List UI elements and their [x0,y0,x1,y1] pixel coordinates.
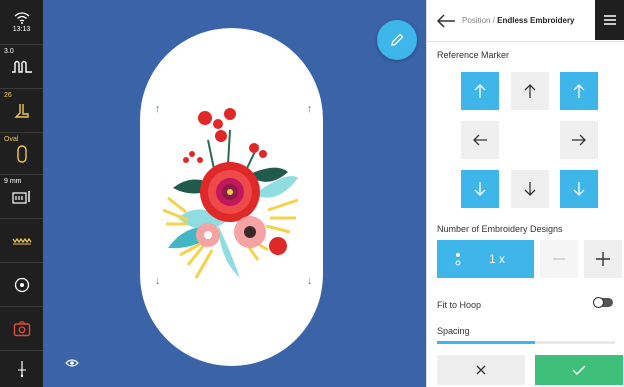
stitch-type-button[interactable] [0,219,43,263]
reference-marker-title: Reference Marker [437,50,510,60]
hoop-value: Oval [4,136,19,143]
pencil-icon [391,33,404,46]
cancel-button[interactable] [437,355,525,385]
marker-left-button[interactable] [461,121,499,159]
confirm-button[interactable] [535,355,623,385]
increase-button[interactable] [584,240,622,278]
plus-icon [596,252,610,266]
presser-foot-icon [13,103,29,118]
spacing-slider[interactable] [437,341,615,344]
hamburger-menu-icon [604,15,616,25]
wifi-icon [14,11,29,24]
embroidery-canvas[interactable]: ↑ ↑ ↓ ↓ [43,0,426,387]
stitch-pattern-icon [11,60,32,73]
fit-to-hoop-toggle[interactable] [593,297,613,308]
menu-button[interactable] [595,0,624,40]
eye-icon[interactable] [65,358,79,368]
arrow-left-icon [473,134,487,146]
arrow-down-icon [573,182,585,196]
edit-button[interactable] [377,20,417,60]
left-toolbar: 13:13 3.0 26 Oval 9 mm [0,0,43,387]
arrow-up-icon [524,84,536,98]
arrow-right-icon [572,134,586,146]
close-icon [476,365,486,375]
stitch-length-value: 3.0 [4,48,14,55]
designs-count-title: Number of Embroidery Designs [437,224,563,234]
arrow-down-icon [524,182,536,196]
breadcrumb: Position / Endless Embroidery [462,16,575,25]
arrow-up-icon [573,84,585,98]
needle-plate-icon [11,190,30,204]
stitch-length-button[interactable]: 3.0 [0,45,43,89]
design-count-value: 1 x [489,252,506,266]
spacing-label: Spacing [437,326,470,336]
design-count-button[interactable]: 1 x [437,240,534,278]
back-arrow-icon[interactable] [435,12,457,30]
oval-hoop-icon [16,144,27,163]
needle-icon [17,361,26,378]
settings-panel: Position / Endless Embroidery Reference … [426,0,624,387]
panel-header: Position / Endless Embroidery [427,0,624,42]
checkmark-icon [572,365,586,375]
minus-icon [553,258,565,260]
marker-top-center-button[interactable] [511,72,549,110]
bobbin-button[interactable] [0,263,43,307]
presser-foot-button[interactable]: 26 [0,89,43,133]
breadcrumb-current: Endless Embroidery [497,16,575,25]
needle-button[interactable]: 9 mm [0,175,43,219]
fit-to-hoop-label: Fit to Hoop [437,300,482,310]
single-design-icon [455,253,461,266]
hoop-button[interactable]: Oval [0,133,43,175]
needle-threader-button[interactable] [0,351,43,387]
spacing-slider-fill [437,341,535,344]
zigzag-stitch-icon [12,237,31,244]
marker-top-right-button[interactable] [560,72,598,110]
presser-foot-value: 26 [4,92,12,99]
arrow-down-icon [474,182,486,196]
embroidery-module-icon [13,320,30,336]
marker-bottom-right-button[interactable] [560,170,598,208]
embroidery-design-floral[interactable] [158,100,308,288]
needle-value: 9 mm [4,178,22,185]
security-button[interactable] [0,307,43,351]
bobbin-icon [14,277,29,292]
status-cell: 13:13 [0,0,43,45]
arrow-up-icon [474,84,486,98]
marker-bottom-center-button[interactable] [511,170,549,208]
clock-time: 13:13 [12,25,31,33]
marker-top-left-button[interactable] [461,72,499,110]
marker-right-button[interactable] [560,121,598,159]
marker-bottom-left-button[interactable] [461,170,499,208]
decrease-button[interactable] [540,240,578,278]
breadcrumb-parent[interactable]: Position / [462,16,495,25]
